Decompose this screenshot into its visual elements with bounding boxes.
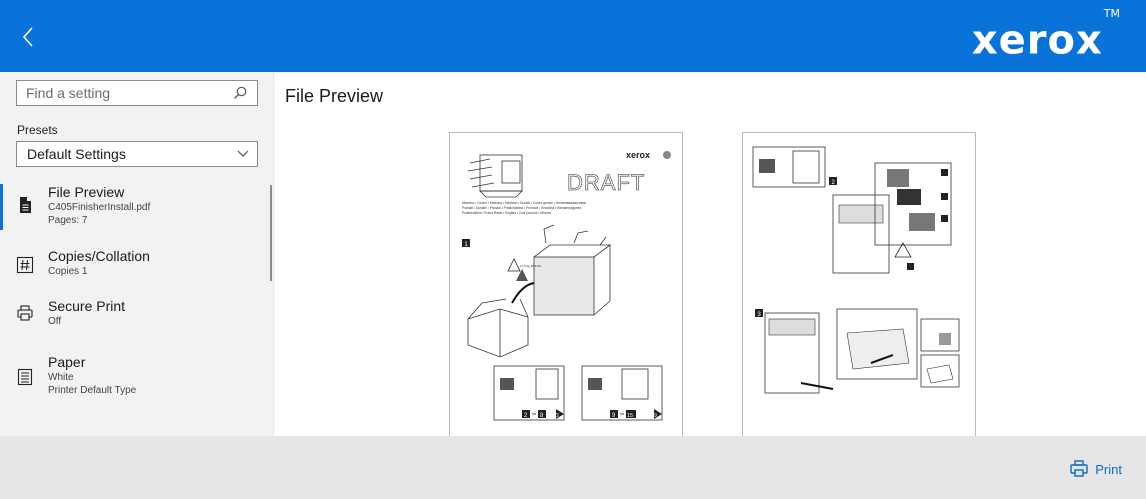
draft-watermark: DRAFT: [567, 170, 645, 195]
nav-item-paper[interactable]: Paper White Printer Default Type: [0, 354, 270, 402]
footer-bar: Print: [0, 436, 1146, 499]
nav-item-title: Copies/Collation: [48, 248, 150, 264]
unboxing-drawing: [467, 224, 612, 358]
print-label: Print: [1095, 461, 1122, 477]
search-box: [16, 80, 258, 106]
hash-icon: [16, 256, 34, 274]
step-2-drawing: 2: [752, 146, 952, 274]
xerox-logo: xeroxTM: [971, 7, 1120, 64]
nav-item-secure-print[interactable]: Secure Print Off: [0, 298, 270, 334]
presets-selected-value: Default Settings: [27, 146, 126, 162]
nav-item-secure-state: Off: [48, 316, 62, 327]
finisher-drawing: [467, 154, 523, 198]
step-3-drawing: 3: [755, 308, 960, 394]
nav-item-paper-type: Printer Default Type: [48, 385, 137, 396]
nav-item-title: Paper: [48, 354, 86, 370]
nav-item-title: Secure Print: [48, 298, 126, 314]
page-title: File Preview: [285, 86, 384, 106]
nav-item-copies: Copies 1: [48, 266, 88, 277]
print-button[interactable]: Print: [1069, 460, 1122, 478]
languages-line-2: Pranadi • Durakhi • Pranadi • Prastohdel…: [462, 206, 581, 210]
preview-page-2[interactable]: 2 3: [742, 132, 976, 436]
page-brand-text: xerox: [626, 150, 650, 160]
chevron-left-icon: [22, 27, 33, 47]
step-number: 1: [464, 241, 468, 248]
page-2-illustration: 2 3: [752, 146, 960, 394]
document-icon: [20, 197, 31, 213]
chevron-down-icon: [237, 150, 249, 157]
nav-item-paper-color: White: [48, 372, 74, 383]
nav-item-pages: Pages: 7: [48, 215, 88, 226]
nav-item-title: File Preview: [48, 184, 125, 200]
arrow-label-b: 9: [654, 413, 657, 419]
weight-label: 17.5 kg 38.6 lbs: [520, 264, 542, 268]
back-button[interactable]: [14, 22, 42, 52]
nav-item-file-preview[interactable]: File Preview C405FinisherInstall.pdf Pag…: [0, 184, 270, 232]
paper-list-icon: [17, 368, 33, 386]
presets-label: Presets: [17, 123, 58, 137]
app-header: xeroxTM: [0, 0, 1146, 72]
search-icon[interactable]: [232, 85, 248, 101]
range-box-b: 9 15 9: [581, 365, 663, 421]
printer-icon: [17, 305, 33, 321]
sidebar-scrollbar[interactable]: [270, 185, 272, 281]
settings-sidebar: Presets Default Settings File Preview C4…: [0, 72, 275, 436]
page-1-illustration: xerox DRAFT Mediano • Cosino • Mediano •…: [462, 150, 671, 421]
step-number: 3: [757, 311, 761, 318]
xerox-sphere-icon: [663, 151, 671, 159]
languages-line-3: Prastohdelina • Prana Rame • Engtina • C…: [462, 211, 551, 215]
search-input[interactable]: [26, 84, 226, 102]
range-end-b: 15: [627, 413, 633, 419]
nav-item-filename: C405FinisherInstall.pdf: [48, 202, 151, 213]
presets-dropdown[interactable]: Default Settings: [16, 141, 258, 167]
languages-line-1: Mediano • Cosino • Mediano • Mediano • D…: [462, 201, 586, 205]
arrow-label-a: 2: [556, 413, 559, 419]
nav-item-copies-collation[interactable]: Copies/Collation Copies 1: [0, 248, 270, 284]
weight-warning-icon: [507, 258, 528, 281]
preview-page-1[interactable]: xerox DRAFT Mediano • Cosino • Mediano •…: [449, 132, 683, 436]
printer-icon: [1070, 460, 1088, 477]
range-box-a: 2 8 2: [493, 365, 565, 421]
